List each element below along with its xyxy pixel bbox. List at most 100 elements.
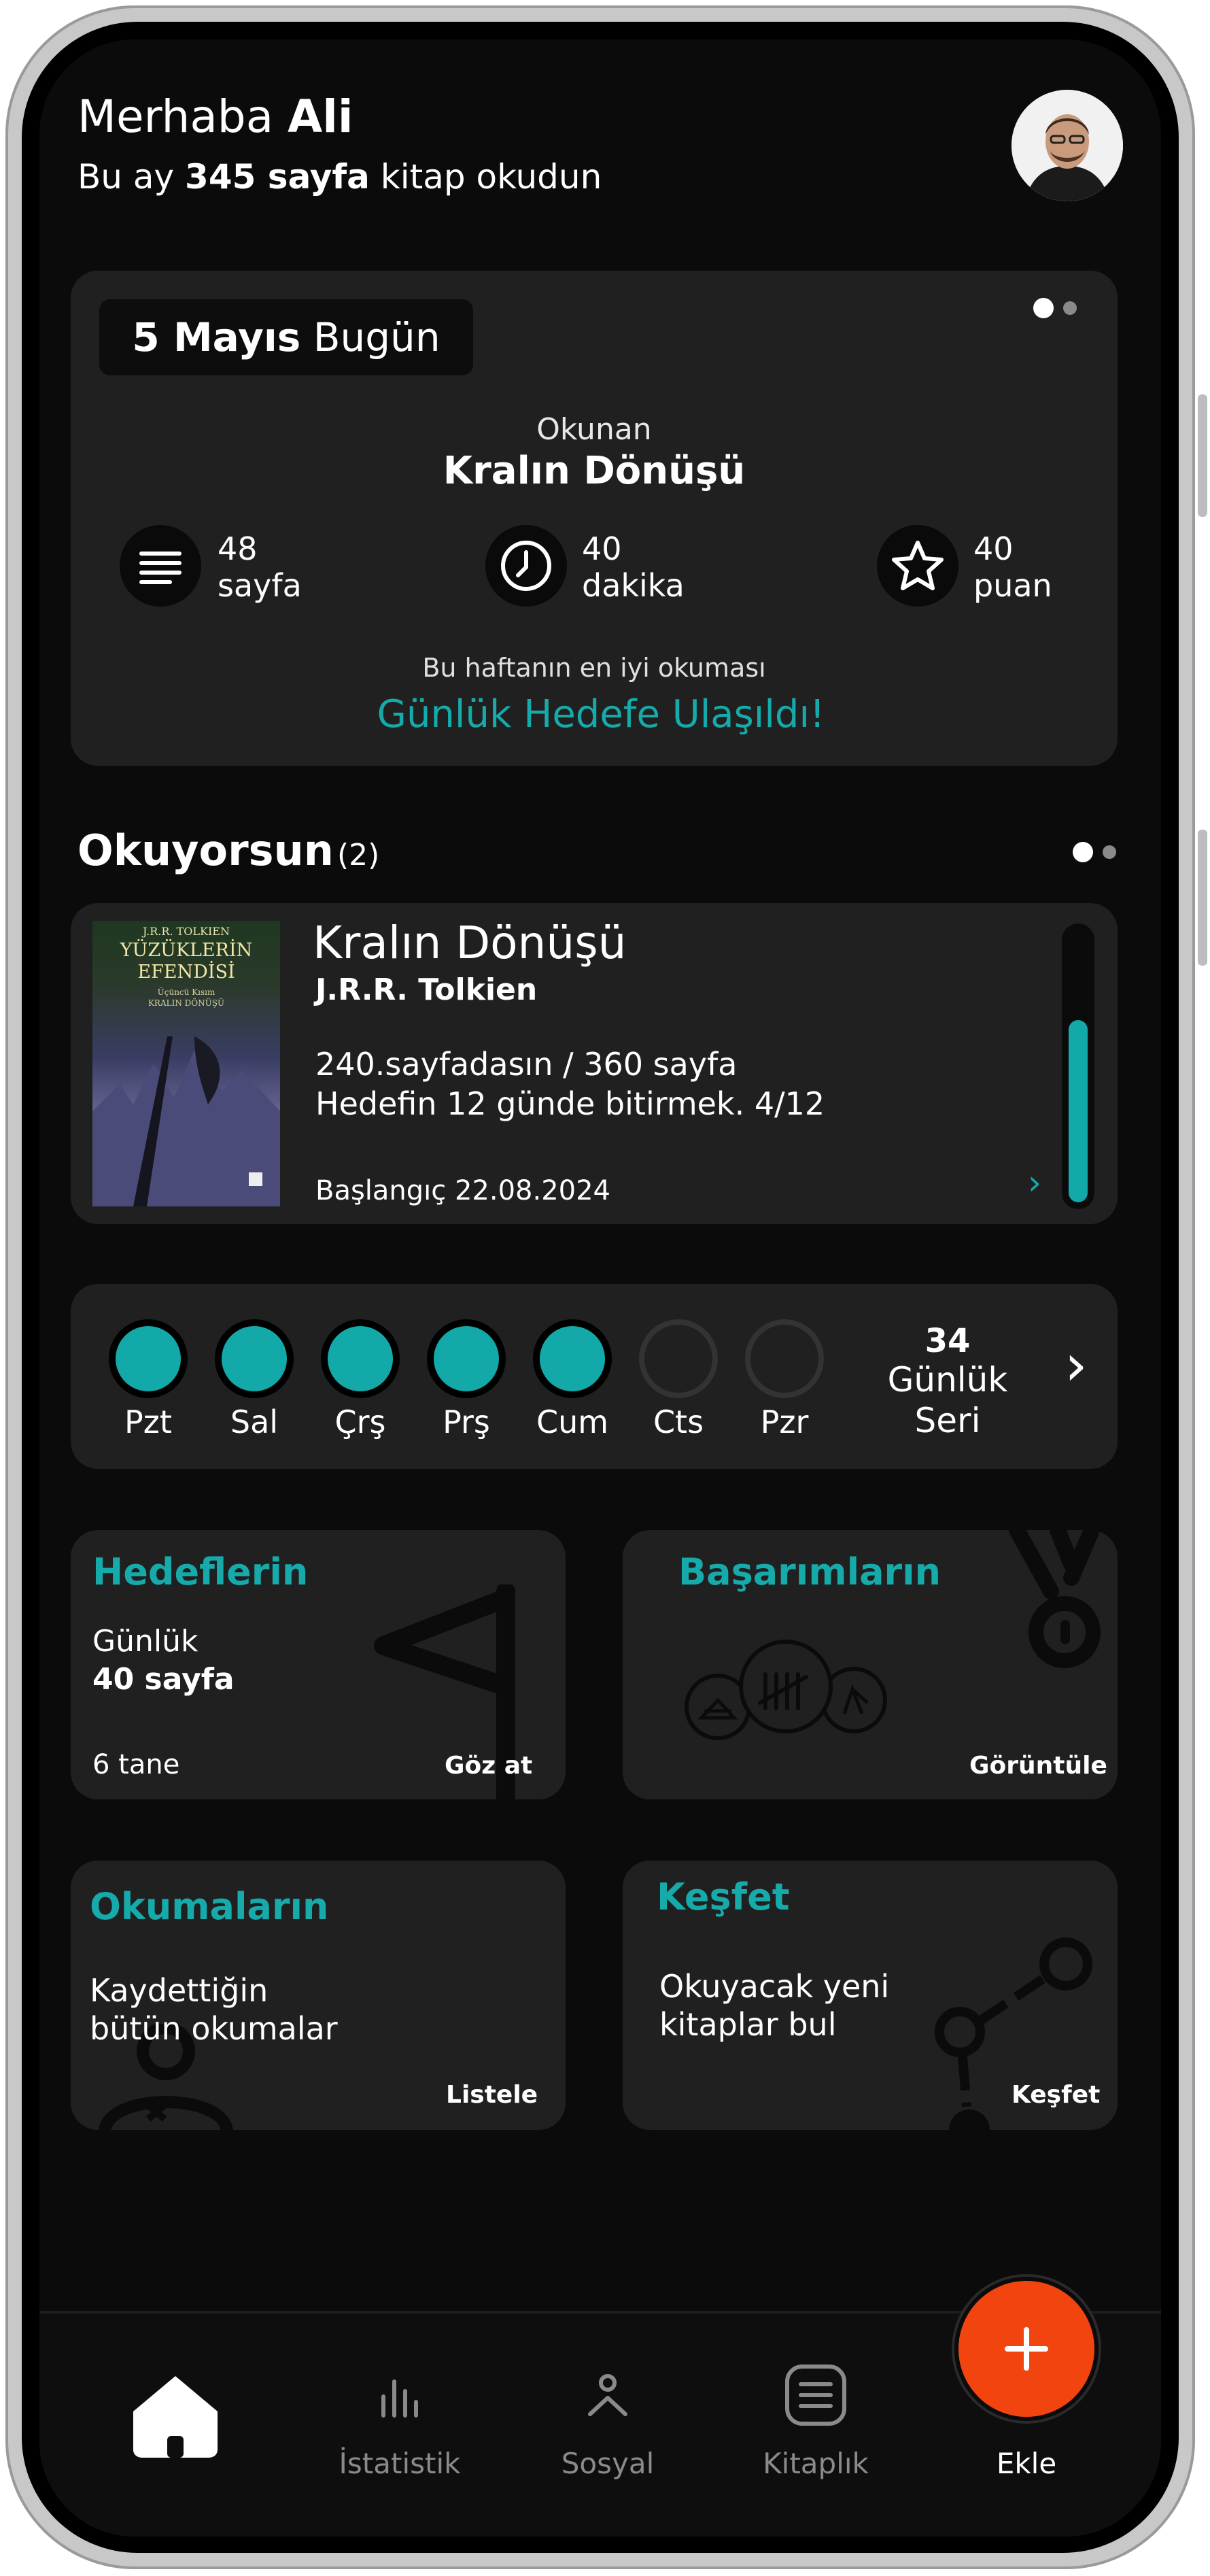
cover-series-line2: EFENDİSİ — [137, 962, 235, 983]
user-name: Ali — [288, 90, 353, 143]
book-progress-text: 240.sayfadasın / 360 sayfa — [315, 1046, 738, 1083]
stat-pages-value: 48 — [218, 530, 258, 567]
nav-stats[interactable]: İstatistik — [325, 2354, 474, 2490]
reading-label: Okunan — [536, 412, 652, 447]
nav-library[interactable]: Kitaplık — [741, 2354, 891, 2490]
today-book-title: Kralın Dönüşü — [443, 449, 746, 493]
clock-icon — [501, 541, 551, 591]
book-progress-track — [1062, 923, 1094, 1209]
best-reading-label: Bu haftanın en iyi okuması — [422, 653, 766, 683]
stat-minutes-circle — [485, 525, 567, 607]
power-button — [1198, 830, 1207, 966]
greeting-text: Merhaba — [77, 90, 274, 143]
stat-minutes-unit: dakika — [582, 567, 685, 604]
pager-dot-active — [1033, 298, 1054, 318]
goals-title: Hedeflerin — [92, 1550, 309, 1593]
date-bold: 5 Mayıs — [132, 314, 301, 360]
goals-count: 6 tane — [92, 1749, 180, 1780]
goals-action[interactable]: Göz at — [445, 1752, 532, 1780]
reading-count: (2) — [336, 838, 380, 872]
discover-action[interactable]: Keşfet — [1012, 2081, 1100, 2109]
stat-minutes-value: 40 — [582, 530, 622, 567]
achievements-action[interactable]: Görüntüle — [969, 1752, 1107, 1780]
day-label: Cum — [536, 1404, 609, 1440]
reading-title: Okuyorsun — [77, 826, 334, 875]
stat-pages-circle — [120, 525, 201, 607]
reading-section-title: Okuyorsun (2) — [77, 826, 379, 875]
day-dot-0[interactable] — [109, 1319, 188, 1398]
goals-tile[interactable]: Hedeflerin Günlük 40 sayfa 6 tane Göz at — [71, 1530, 566, 1799]
day-dot-5[interactable] — [639, 1319, 718, 1398]
nav-add-label: Ekle — [996, 2447, 1057, 2480]
day-label: Prş — [443, 1404, 490, 1440]
day-label: Pzr — [760, 1404, 809, 1440]
avatar[interactable] — [1012, 90, 1123, 201]
cover-book-title: KRALIN DÖNÜŞÜ — [148, 998, 225, 1008]
day-dot-6[interactable] — [745, 1319, 824, 1398]
badges-icon — [685, 1640, 887, 1740]
readings-line1: Kaydettiğin — [90, 1972, 269, 2009]
readings-action[interactable]: Listele — [446, 2081, 538, 2109]
volume-button — [1198, 394, 1207, 517]
readings-line2: bütün okumalar — [90, 2010, 338, 2047]
stat-points-value: 40 — [973, 530, 1014, 567]
plus-icon — [1005, 2327, 1048, 2371]
summary-prefix: Bu ay — [77, 157, 175, 197]
chevron-right-icon[interactable]: › — [1065, 1332, 1088, 1398]
day-label: Cts — [653, 1404, 704, 1440]
date-rest: Bugün — [313, 314, 440, 360]
library-icon — [785, 2365, 846, 2426]
pager-dot — [1063, 301, 1077, 315]
readings-tile[interactable]: Okumaların Kaydettiğin bütün okumalar Li… — [71, 1861, 566, 2130]
streak-number: 34 — [924, 1322, 971, 1360]
discover-title: Keşfet — [657, 1876, 790, 1918]
day-dot-2[interactable] — [321, 1319, 400, 1398]
greeting: Merhaba Ali — [77, 90, 353, 144]
goal-reached-text: Günlük Hedefe Ulaşıldı! — [377, 692, 825, 736]
today-card[interactable]: 5 Mayıs Bugün Okunan Kralın Dönüşü 48 sa… — [71, 271, 1118, 766]
streak-label-line1: Günlük — [887, 1360, 1008, 1400]
current-book-card[interactable]: J.R.R. TOLKIEN YÜZÜKLERİN EFENDİSİ Üçünc… — [71, 903, 1118, 1224]
add-fab[interactable] — [958, 2281, 1094, 2417]
date-pill: 5 Mayıs Bugün — [99, 299, 473, 375]
day-label: Çrş — [334, 1404, 386, 1440]
book-title: Kralın Dönüşü — [313, 917, 627, 969]
book-start-date: Başlangıç 22.08.2024 — [315, 1175, 611, 1206]
avatar-image — [1012, 90, 1123, 201]
stat-pages-unit: sayfa — [218, 567, 302, 604]
cover-author: J.R.R. TOLKIEN — [143, 925, 230, 938]
star-icon — [892, 541, 944, 590]
cover-subtitle: Üçüncü Kısım — [157, 987, 215, 997]
discover-tile[interactable]: Keşfet Okuyacak yeni kitaplar bul Keşfet — [623, 1861, 1118, 2130]
nav-home[interactable] — [128, 2368, 223, 2463]
nav-social-label: Sosyal — [561, 2447, 655, 2480]
discover-line1: Okuyacak yeni — [659, 1968, 890, 2005]
readings-title: Okumaların — [90, 1885, 329, 1928]
day-dot-4[interactable] — [533, 1319, 612, 1398]
summary-suffix: kitap okudun — [380, 157, 602, 197]
day-label: Sal — [230, 1404, 279, 1440]
cover-series-line1: YÜZÜKLERİN — [120, 940, 253, 961]
monthly-summary: Bu ay 345 sayfa kitap okudun — [77, 156, 602, 197]
book-progress-fill — [1069, 1020, 1088, 1202]
book-goal-text: Hedefin 12 günde bitirmek. 4/12 — [315, 1085, 825, 1122]
medal-icon — [1009, 1530, 1101, 1668]
pager-dot-active — [1073, 842, 1093, 862]
app-screen: Merhaba Ali Bu ay 345 sayfa kitap okudun… — [39, 39, 1161, 2537]
weekly-streak-card[interactable]: Pzt Sal Çrş Prş Cum Cts Pzr 34 Günlük Seri › — [71, 1284, 1118, 1469]
bottom-nav: İstatistik Sosyal Kitaplık Ekle — [39, 2281, 1161, 2537]
person-icon — [588, 2374, 627, 2416]
summary-pages: 345 sayfa — [185, 157, 370, 197]
nav-social[interactable]: Sosyal — [533, 2354, 682, 2490]
pager-dot — [1103, 845, 1116, 859]
chevron-right-icon[interactable]: › — [1028, 1163, 1041, 1202]
day-dot-3[interactable] — [427, 1319, 506, 1398]
achievements-title: Başarımların — [678, 1550, 941, 1593]
bar-chart-icon — [381, 2379, 418, 2418]
stat-points-circle — [877, 525, 958, 607]
achievements-tile[interactable]: Başarımların Görüntüle — [623, 1530, 1118, 1799]
day-dot-1[interactable] — [215, 1319, 294, 1398]
goals-line1: Günlük — [92, 1624, 198, 1659]
nav-add[interactable]: Ekle — [952, 2281, 1101, 2492]
discover-line2: kitaplar bul — [659, 2006, 837, 2043]
